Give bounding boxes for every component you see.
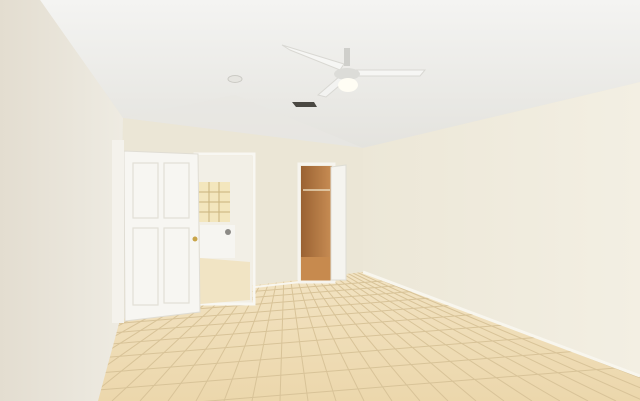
bathroom-floor	[200, 258, 250, 304]
air-vent-icon	[292, 102, 317, 107]
closet-floor	[301, 257, 332, 282]
closet-door[interactable]	[330, 164, 347, 281]
room-photo	[0, 0, 640, 401]
door-jamb	[112, 140, 124, 323]
door-knob-icon[interactable]	[192, 236, 198, 242]
tub-faucet-icon	[225, 229, 231, 235]
smoke-detector-icon	[227, 75, 243, 83]
